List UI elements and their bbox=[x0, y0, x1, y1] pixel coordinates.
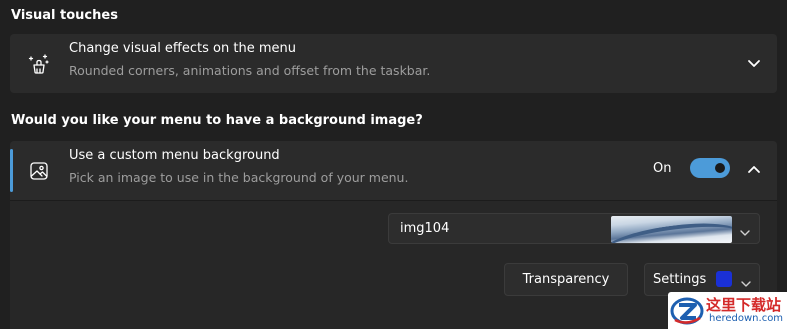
chevron-down-icon bbox=[739, 223, 751, 242]
watermark-text: 这里下载站 bbox=[706, 296, 782, 314]
watermark: 这里下载站 heredown.com bbox=[668, 292, 787, 329]
visual-effects-title: Change visual effects on the menu bbox=[69, 41, 296, 56]
image-select-value: img104 bbox=[400, 221, 450, 236]
sparkle-brush-icon bbox=[27, 52, 51, 76]
selection-indicator bbox=[10, 149, 13, 192]
custom-background-card[interactable]: Use a custom menu background Pick an ima… bbox=[10, 141, 777, 200]
chevron-down-icon[interactable] bbox=[740, 49, 768, 77]
visual-effects-card[interactable]: Change visual effects on the menu Rounde… bbox=[10, 34, 777, 93]
section-heading-background-image: Would you like your menu to have a backg… bbox=[11, 113, 423, 128]
image-preview-thumbnail bbox=[611, 216, 732, 243]
image-icon bbox=[27, 159, 51, 183]
transparency-button[interactable]: Transparency bbox=[504, 263, 628, 296]
section-heading-visual-touches: Visual touches bbox=[11, 8, 118, 23]
toggle-knob bbox=[715, 163, 725, 173]
custom-background-description: Pick an image to use in the background o… bbox=[69, 170, 409, 185]
watermark-url: heredown.com bbox=[709, 313, 784, 324]
custom-background-toggle[interactable] bbox=[690, 158, 730, 178]
chevron-up-icon[interactable] bbox=[740, 156, 768, 184]
custom-background-title: Use a custom menu background bbox=[69, 148, 280, 163]
image-select[interactable]: img104 bbox=[388, 213, 760, 244]
watermark-logo bbox=[670, 296, 704, 325]
color-swatch bbox=[716, 271, 732, 287]
chevron-down-icon bbox=[740, 274, 752, 293]
custom-background-options: img104 Transparency Settings bbox=[10, 201, 777, 329]
visual-effects-description: Rounded corners, animations and offset f… bbox=[69, 63, 431, 78]
toggle-state-label: On bbox=[653, 161, 672, 176]
settings-select-label: Settings bbox=[653, 272, 707, 287]
